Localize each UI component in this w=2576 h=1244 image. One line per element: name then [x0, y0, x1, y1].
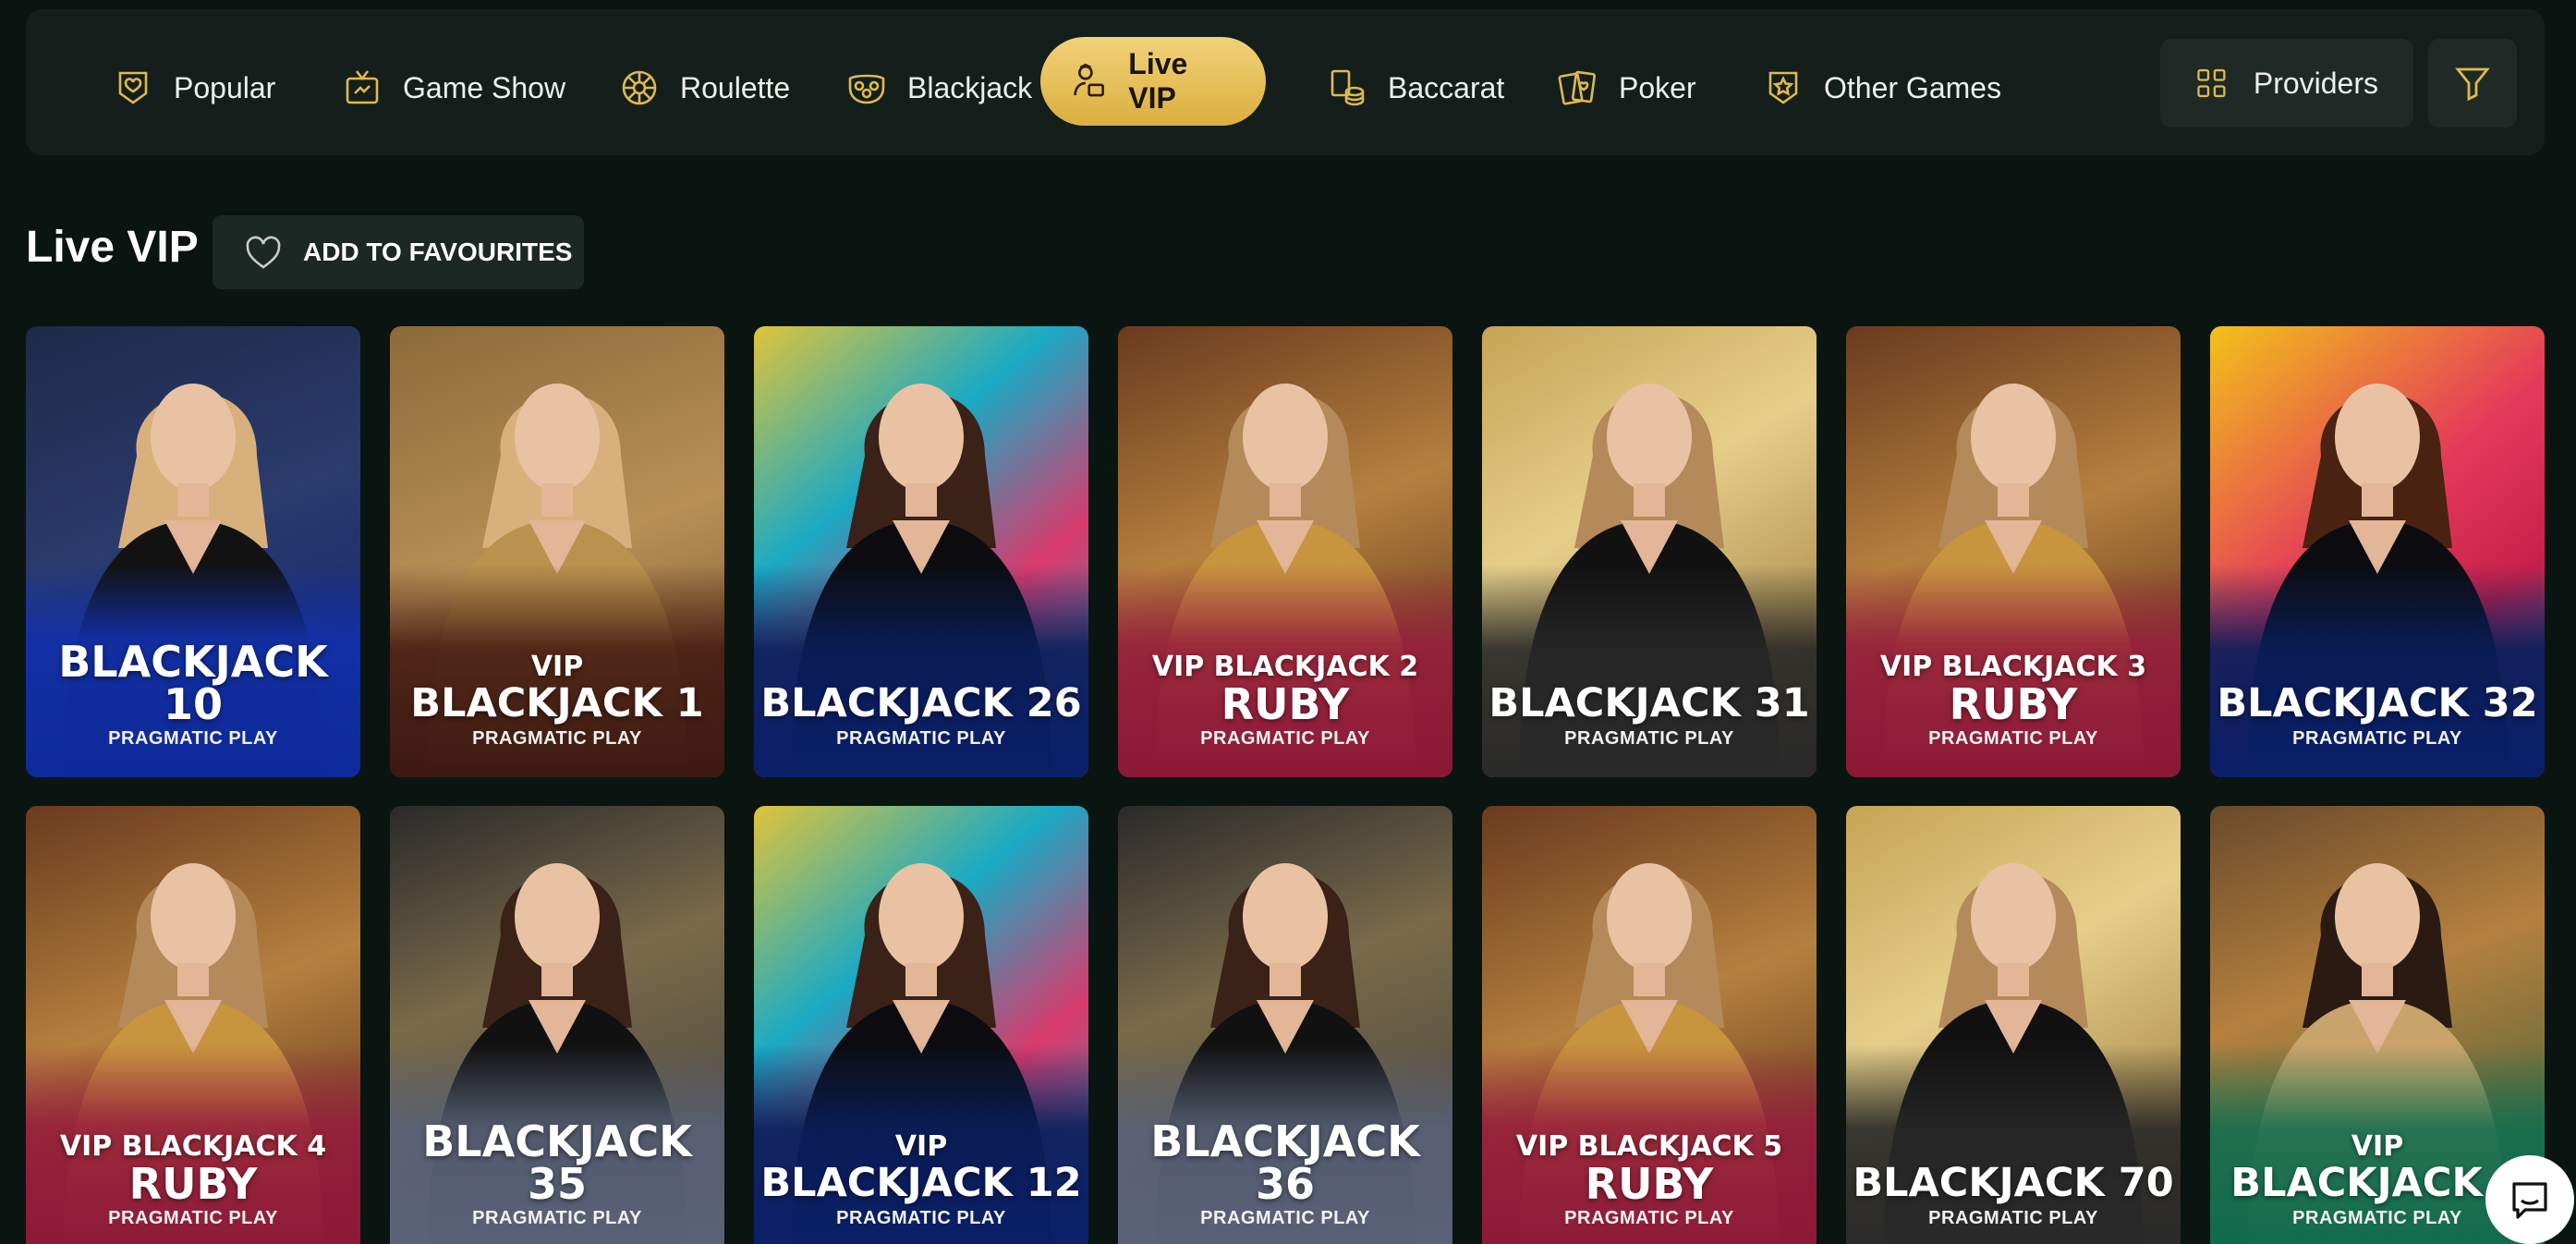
game-title-line2: BLACKJACK 12	[760, 1160, 1082, 1206]
game-card[interactable]: VIP BLACKJACK 3 RUBY PRAGMATIC PLAY	[1846, 326, 2181, 777]
nav-label: Live VIP	[1128, 47, 1188, 115]
game-title-line1: VIP	[2351, 1130, 2404, 1163]
nav-item-popular[interactable]: Popular	[83, 42, 305, 134]
fav-label: ADD TO FAVOURITES	[303, 238, 573, 266]
baccarat-icon	[1331, 69, 1365, 106]
game-provider: PRAGMATIC PLAY	[1928, 728, 2098, 749]
game-provider: PRAGMATIC PLAY	[2292, 728, 2462, 749]
nav-label: Roulette	[680, 70, 791, 104]
nav-label: Baccarat	[1388, 70, 1505, 104]
providers-label: Providers	[2253, 66, 2378, 100]
game-title-line2: 35	[527, 1159, 587, 1209]
nav-label: Poker	[1619, 70, 1696, 104]
game-title-line1: VIP	[530, 651, 584, 683]
star-badge-icon	[1768, 71, 1798, 104]
game-provider: PRAGMATIC PLAY	[472, 1208, 642, 1228]
chat-icon	[2512, 1182, 2547, 1219]
game-card[interactable]: BLACKJACK 36 PRAGMATIC PLAY	[1118, 806, 1452, 1244]
nav-item-other-games[interactable]: Other Games	[1733, 42, 2031, 134]
game-provider: PRAGMATIC PLAY	[1200, 728, 1370, 749]
game-provider: PRAGMATIC PLAY	[108, 728, 278, 749]
game-card[interactable]: BLACKJACK 31 PRAGMATIC PLAY	[1482, 326, 1817, 777]
providers-button[interactable]: Providers	[2160, 39, 2413, 128]
game-card[interactable]: VIP BLACKJACK 12 PRAGMATIC PLAY	[754, 806, 1088, 1244]
game-card[interactable]: BLACKJACK 35 PRAGMATIC PLAY	[390, 806, 724, 1244]
game-card[interactable]: BLACKJACK 70 PRAGMATIC PLAY	[1846, 806, 2181, 1244]
roulette-icon	[622, 70, 657, 105]
nav-item-blackjack[interactable]: Blackjack	[817, 42, 1062, 134]
game-title-line1: VIP BLACKJACK 5	[1515, 1130, 1783, 1163]
category-nav: Popular Game Show Roulette Blackjack Liv…	[26, 9, 2545, 155]
page: Popular Game Show Roulette Blackjack Liv…	[0, 0, 2576, 1244]
game-title-line1: VIP BLACKJACK 2	[1151, 651, 1419, 683]
game-card[interactable]: VIP BLACKJACK 5 RUBY PRAGMATIC PLAY	[1482, 806, 1817, 1244]
heart-icon	[246, 236, 281, 269]
vip-dealer-icon	[1074, 63, 1104, 97]
game-title-line1: VIP BLACKJACK 3	[1879, 651, 2147, 683]
game-card[interactable]: BLACKJACK 26 PRAGMATIC PLAY	[754, 326, 1088, 777]
chips-icon	[848, 74, 885, 104]
game-title-line1: VIP BLACKJACK 4	[59, 1130, 327, 1163]
nav-label: Blackjack	[907, 70, 1033, 104]
nav-item-poker[interactable]: Poker	[1528, 42, 1726, 134]
add-to-favourites-button[interactable]: ADD TO FAVOURITES	[213, 215, 584, 289]
game-title-line2: RUBY	[1585, 1159, 1714, 1209]
filter-button[interactable]	[2428, 39, 2517, 128]
game-title-line2: BLACKJACK 26	[760, 680, 1082, 726]
game-card[interactable]: BLACKJACK 32 PRAGMATIC PLAY	[2210, 326, 2545, 777]
nav-label: Popular	[174, 70, 276, 104]
nav-item-baccarat[interactable]: Baccarat	[1297, 42, 1534, 134]
nav-item-roulette[interactable]: Roulette	[589, 42, 820, 134]
game-title-line2: 10	[163, 679, 223, 729]
game-title-line2: BLACKJACK 32	[2217, 680, 2538, 726]
nav-label: Game Show	[403, 70, 566, 104]
game-provider: PRAGMATIC PLAY	[108, 1208, 278, 1228]
game-card[interactable]: VIP BLACKJACK 1 PRAGMATIC PLAY	[390, 326, 724, 777]
game-title-line2: RUBY	[1221, 679, 1350, 729]
game-card[interactable]: VIP BLACKJACK 2 RUBY PRAGMATIC PLAY	[1118, 326, 1452, 777]
game-card[interactable]: VIP BLACKJACK 4 RUBY PRAGMATIC PLAY	[26, 806, 360, 1244]
filter-icon	[2455, 67, 2490, 102]
game-card[interactable]: BLACKJACK 10 PRAGMATIC PLAY	[26, 326, 360, 777]
page-title: Live VIP	[26, 223, 199, 272]
game-provider: PRAGMATIC PLAY	[1200, 1208, 1370, 1228]
game-provider: PRAGMATIC PLAY	[1928, 1208, 2098, 1228]
cards-icon	[1558, 70, 1597, 105]
game-title-line2: 36	[1255, 1159, 1315, 1209]
game-provider: PRAGMATIC PLAY	[1564, 728, 1734, 749]
game-provider: PRAGMATIC PLAY	[472, 728, 642, 749]
heart-badge-icon	[118, 71, 148, 104]
game-title-line2: RUBY	[128, 1159, 258, 1209]
game-title-line2: BLACKJACK 31	[1488, 680, 1810, 726]
game-provider: PRAGMATIC PLAY	[836, 728, 1006, 749]
game-provider: PRAGMATIC PLAY	[836, 1208, 1006, 1228]
game-provider: PRAGMATIC PLAY	[1564, 1208, 1734, 1228]
grid-icon	[2197, 68, 2226, 98]
game-title-line2: BLACKJACK 70	[1853, 1160, 2174, 1206]
game-title-line1: BLACKJACK	[422, 1116, 692, 1166]
game-title-line1: BLACKJACK	[1150, 1116, 1420, 1166]
nav-item-live-vip[interactable]: Live VIP	[1040, 37, 1266, 126]
nav-label: Other Games	[1824, 70, 2002, 104]
nav-item-game-show[interactable]: Game Show	[312, 42, 595, 134]
tv-icon	[346, 70, 379, 104]
chat-button[interactable]	[2485, 1155, 2574, 1244]
game-title-line1: BLACKJACK	[58, 637, 328, 687]
game-title-line1: VIP	[894, 1130, 948, 1163]
game-title-line2: RUBY	[1949, 679, 2078, 729]
game-title-line2: BLACKJACK 1	[410, 680, 704, 726]
